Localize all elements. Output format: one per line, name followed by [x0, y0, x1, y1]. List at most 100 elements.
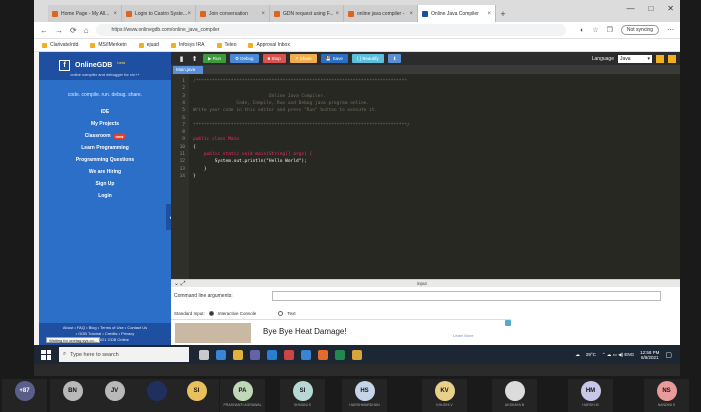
participant-tile[interactable]: SI: [174, 379, 219, 412]
participant-tile[interactable]: AKSHAYA B: [492, 379, 537, 412]
browser-tab[interactable]: Login to Castro Syste... ×: [122, 5, 196, 22]
participant-tile[interactable]: HM HARSH M: [568, 379, 613, 412]
taskbar-search[interactable]: ⌕ Type here to search: [59, 347, 189, 362]
browser-tab[interactable]: online java compiler - ×: [344, 5, 418, 22]
maximize-icon[interactable]: □: [648, 4, 653, 13]
tab-close-icon[interactable]: ×: [335, 11, 339, 17]
io-splitter[interactable]: ⌄ ⤢ input: [171, 279, 680, 287]
toolbar-button-5[interactable]: { } Beautify: [351, 54, 384, 63]
participant-tile[interactable]: HS HARSHWARDHAN: [342, 379, 387, 412]
sidebar-item-ide[interactable]: IDE: [39, 106, 171, 118]
code-editor[interactable]: 1 /**************************************…: [171, 74, 680, 279]
sidebar-item-we-are-hiring[interactable]: We are Hiring: [39, 166, 171, 178]
edge-icon[interactable]: [216, 349, 226, 360]
more-icon[interactable]: ⋯: [667, 26, 674, 34]
settings-icon[interactable]: [656, 54, 664, 63]
bookmark-item[interactable]: MS/IMerketn: [90, 42, 127, 48]
profile-button[interactable]: Not syncing: [620, 25, 659, 35]
browser-tab[interactable]: GDN request using F... ×: [270, 5, 344, 22]
new-tab-button[interactable]: +: [496, 5, 510, 22]
sidebar-item-label: Sign Up: [95, 181, 115, 187]
toolbar-button-3[interactable]: ↗ Share: [289, 54, 317, 63]
refresh-icon[interactable]: ⟳: [70, 26, 77, 35]
tab-close-icon[interactable]: ×: [187, 11, 191, 17]
participant-tile[interactable]: [134, 379, 179, 412]
collections-icon[interactable]: ❐: [607, 26, 613, 34]
tray-icons[interactable]: ⌃ ☁ ▭ ◀) ENG: [602, 352, 634, 358]
code-text: {: [193, 144, 196, 150]
outlook-icon[interactable]: [301, 349, 311, 360]
sidebar-item-classroom[interactable]: Classroom new: [39, 130, 171, 142]
favorite-icon[interactable]: ☆: [592, 26, 598, 34]
sidebar-item-sign-up[interactable]: Sign Up: [39, 178, 171, 190]
windows-start-icon[interactable]: [39, 348, 53, 362]
file-tab-main[interactable]: Main.java: [173, 66, 203, 74]
participant-tile[interactable]: KV KHUSHI V: [422, 379, 467, 412]
avatar: [146, 381, 167, 401]
chrome-icon[interactable]: [352, 349, 362, 360]
task-view-icon[interactable]: [199, 349, 209, 360]
avatar: +87: [14, 381, 35, 401]
tab-close-icon[interactable]: ×: [113, 11, 117, 17]
participant-tile[interactable]: JV: [92, 379, 137, 412]
upload-icon[interactable]: ⬆: [190, 55, 199, 63]
close-icon[interactable]: ✕: [667, 4, 674, 13]
participant-tile[interactable]: PA PRASHANTI AGRAWAL: [220, 379, 265, 412]
advertisement[interactable]: Bye Bye Heat Damage! Learn More: [171, 319, 511, 345]
interactive-radio[interactable]: [208, 311, 214, 316]
tab-close-icon[interactable]: ×: [409, 11, 413, 17]
participant-tile[interactable]: SI SHIVANI S: [280, 379, 325, 412]
new-file-icon[interactable]: ▮: [177, 55, 186, 63]
participant-tile[interactable]: +87: [2, 379, 47, 412]
sidebar-item-learn-programming[interactable]: Learn Programming: [39, 142, 171, 154]
powerpoint-icon[interactable]: [318, 349, 328, 360]
tab-favicon-icon: [200, 10, 206, 17]
teams-icon[interactable]: [250, 349, 260, 360]
weather-temp[interactable]: 29°C: [586, 352, 596, 357]
toolbar-button-6[interactable]: ⬇: [387, 54, 402, 63]
bookmark-item[interactable]: Clarivate/rdd: [42, 42, 78, 48]
avatar: NS: [656, 381, 677, 401]
bookmark-item[interactable]: Teleo: [216, 42, 236, 48]
cmd-args-input[interactable]: [272, 291, 661, 301]
weather-icon[interactable]: ☁: [575, 352, 580, 358]
fullscreen-icon[interactable]: [668, 54, 676, 63]
extension-icon[interactable]: ◐: [580, 27, 584, 34]
taskbar-apps: [199, 349, 362, 360]
toolbar-button-2[interactable]: ■ Stop: [262, 54, 286, 63]
bookmark-item[interactable]: Infosys IRA: [170, 42, 205, 48]
ad-learn-more[interactable]: Learn More: [453, 333, 473, 338]
ad-choices-icon[interactable]: [505, 320, 511, 326]
participant-tile[interactable]: BN: [50, 379, 95, 412]
browser-tab[interactable]: Join conversation ×: [196, 5, 270, 22]
app-icon-red[interactable]: [284, 349, 294, 360]
browser-tab[interactable]: Online Java Compiler ×: [418, 5, 496, 22]
toolbar-button-1[interactable]: ⚙ Debug: [229, 54, 259, 63]
file-explorer-icon[interactable]: [233, 349, 243, 360]
url-field[interactable]: https://www.onlinegdb.com/online_java_co…: [95, 24, 566, 36]
excel-icon[interactable]: [335, 349, 345, 360]
forward-icon[interactable]: →: [55, 26, 63, 35]
language-select[interactable]: Java ▾: [618, 54, 652, 63]
sidebar-item-my-projects[interactable]: My Projects: [39, 118, 171, 130]
toolbar-button-0[interactable]: ▶ Run: [203, 54, 226, 63]
sidebar-item-login[interactable]: Login: [39, 190, 171, 202]
sidebar-item-programming-questions[interactable]: Programming Questions: [39, 154, 171, 166]
tab-close-icon[interactable]: ×: [487, 11, 491, 17]
tab-close-icon[interactable]: ×: [261, 11, 265, 17]
text-radio[interactable]: [278, 311, 284, 316]
windows-taskbar: ⌕ Type here to search ☁ 29°C ⌃ ☁ ▭ ◀) EN…: [34, 345, 680, 364]
bookmark-item[interactable]: ejuad: [138, 42, 159, 48]
sidebar: f OnlineGDB beta online compiler and deb…: [39, 52, 176, 345]
toolbar-button-4[interactable]: 💾 Save: [320, 54, 348, 63]
clock[interactable]: 12:58 PM 6/8/2021: [640, 350, 659, 360]
participant-tile[interactable]: NS NANDINI S: [644, 379, 689, 412]
minimize-icon[interactable]: —: [626, 4, 634, 13]
browser-tab[interactable]: Home Page - My All... ×: [48, 5, 122, 22]
back-icon[interactable]: ←: [40, 26, 48, 35]
bookmark-item[interactable]: Approval Inbox: [248, 42, 290, 48]
home-icon[interactable]: ⌂: [84, 26, 89, 35]
notifications-icon[interactable]: ▢: [665, 351, 672, 359]
word-icon[interactable]: [267, 349, 277, 360]
bookmark-label: Approval Inbox: [256, 42, 290, 48]
